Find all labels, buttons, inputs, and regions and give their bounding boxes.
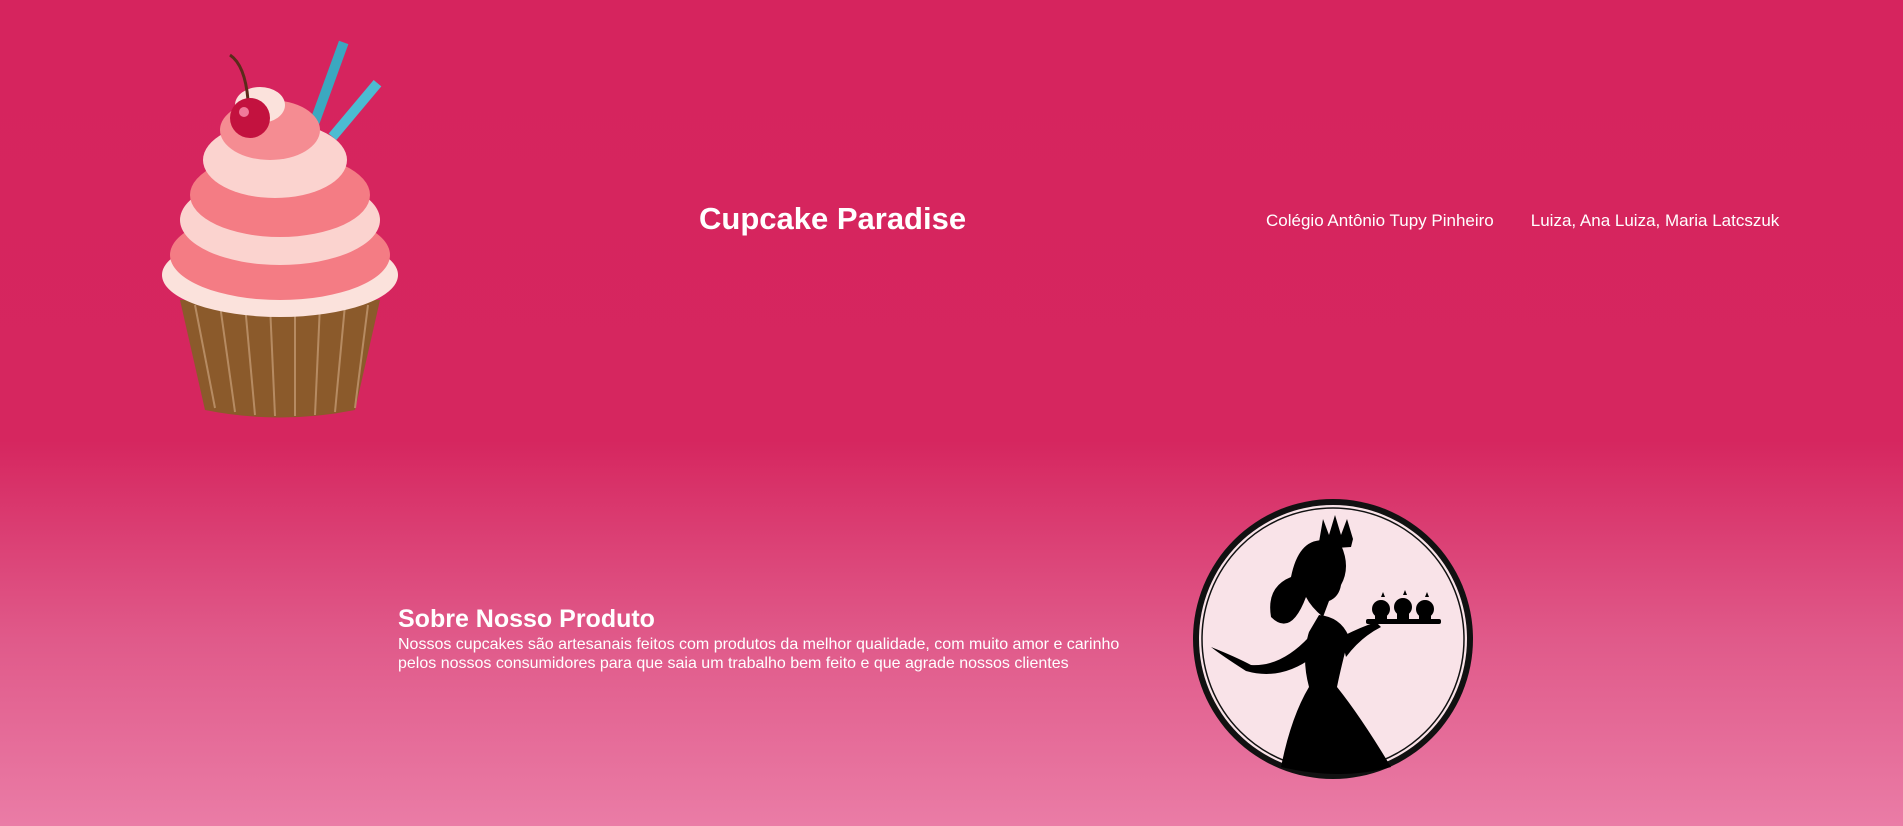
about-heading: Sobre Nosso Produto bbox=[398, 605, 655, 633]
main-nav: Colégio Antônio Tupy Pinheiro Luiza, Ana… bbox=[1266, 211, 1779, 231]
straw-icon bbox=[309, 40, 382, 141]
site-title: Cupcake Paradise bbox=[699, 201, 967, 236]
princess-silhouette-icon bbox=[1193, 499, 1473, 779]
nav-link-authors[interactable]: Luiza, Ana Luiza, Maria Latcszuk bbox=[1531, 211, 1780, 231]
nav-link-school[interactable]: Colégio Antônio Tupy Pinheiro bbox=[1266, 211, 1494, 231]
about-text: Nossos cupcakes são artesanais feitos co… bbox=[398, 636, 1120, 672]
about-section: Sobre Nosso Produto Nossos cupcakes são … bbox=[398, 603, 1158, 673]
site-header: Cupcake Paradise Colégio Antônio Tupy Pi… bbox=[0, 0, 1903, 440]
cupcake-wrapper bbox=[180, 300, 380, 418]
cupcake-logo-icon[interactable] bbox=[150, 30, 410, 420]
frosting-icon bbox=[162, 87, 398, 317]
